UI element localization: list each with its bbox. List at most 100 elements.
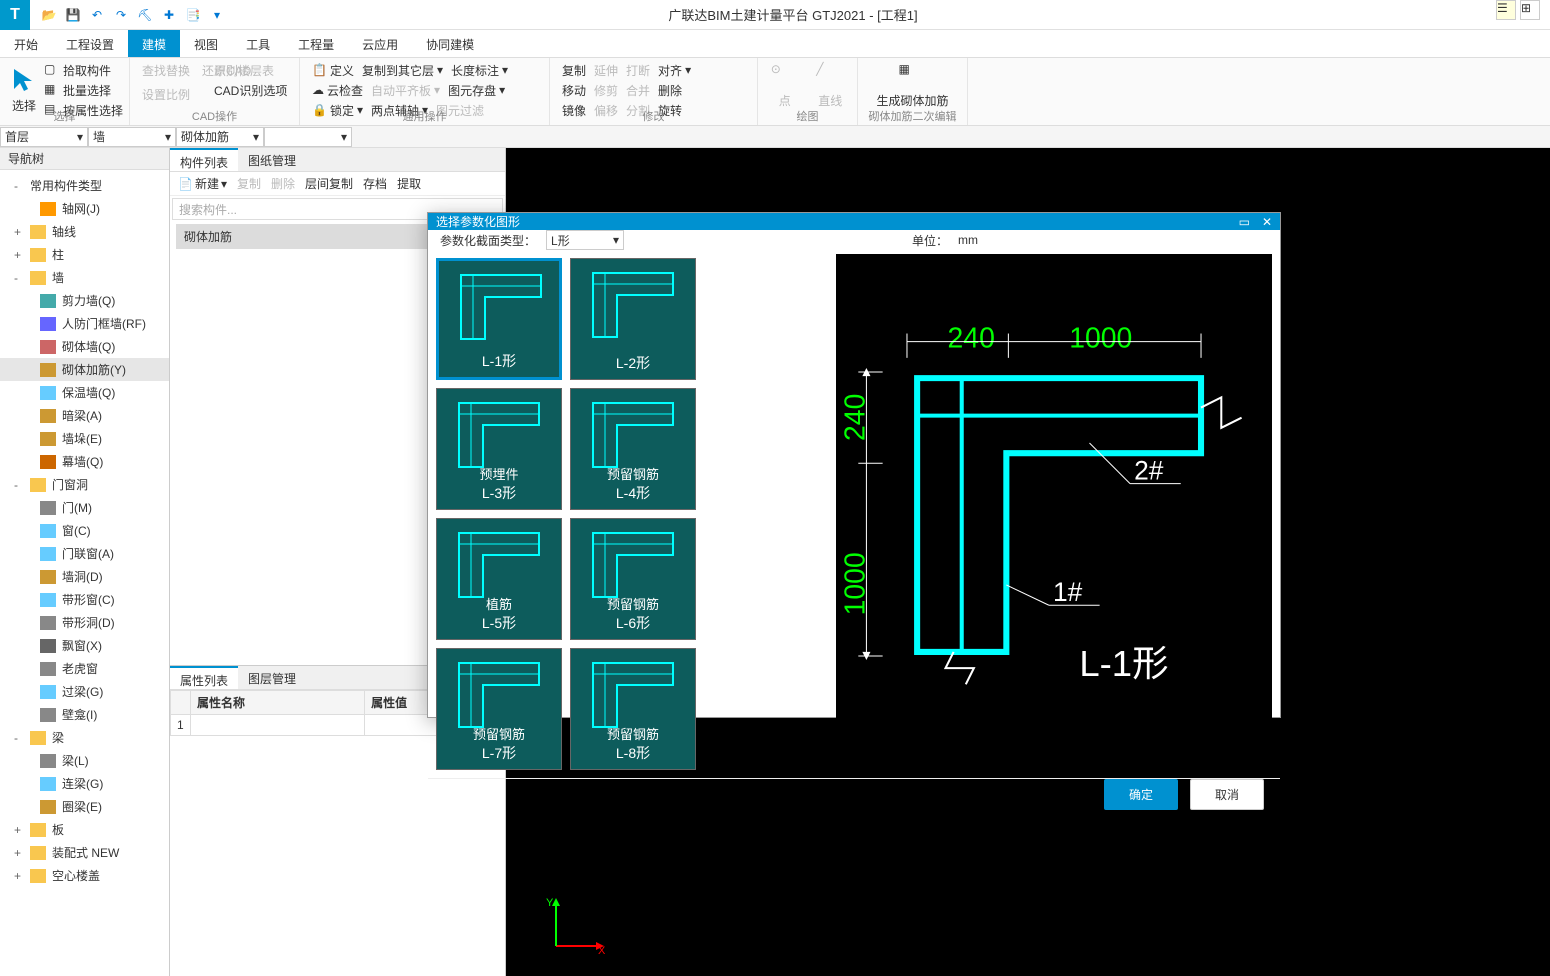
- tree-item[interactable]: 墙垛(E): [0, 427, 169, 450]
- copy-layer-button[interactable]: 复制到其它层 ▾: [358, 60, 447, 80]
- archive-button[interactable]: 存档: [359, 175, 391, 192]
- dialog-titlebar[interactable]: 选择参数化图形 ▭ ✕: [428, 213, 1280, 230]
- expand-icon[interactable]: -: [14, 731, 24, 745]
- tab-quantity[interactable]: 工程量: [284, 30, 348, 57]
- tab-start[interactable]: 开始: [0, 30, 52, 57]
- shape-thumb[interactable]: 预留钢筋L-6形: [570, 518, 696, 640]
- dropdown-icon[interactable]: ▾: [208, 6, 226, 24]
- tab-component-list[interactable]: 构件列表: [170, 148, 238, 171]
- identify-floors-button[interactable]: 识别楼层表: [210, 60, 291, 80]
- extract-button[interactable]: 提取: [393, 175, 425, 192]
- tree-item[interactable]: -门窗洞: [0, 473, 169, 496]
- define-button[interactable]: 📋 定义: [308, 60, 358, 80]
- tree-item[interactable]: 剪力墙(Q): [0, 289, 169, 312]
- tree-item[interactable]: 保温墙(Q): [0, 381, 169, 404]
- align-button[interactable]: 对齐 ▾: [654, 60, 695, 80]
- delete-button[interactable]: 删除: [654, 80, 686, 100]
- find-replace-button[interactable]: 查找替换: [138, 60, 194, 80]
- shape-thumb[interactable]: 预留钢筋L-7形: [436, 648, 562, 770]
- tab-layer-manage[interactable]: 图层管理: [238, 666, 306, 689]
- tab-project-settings[interactable]: 工程设置: [52, 30, 128, 57]
- tree-item[interactable]: 带形窗(C): [0, 588, 169, 611]
- tree-item[interactable]: +轴线: [0, 220, 169, 243]
- empty-select[interactable]: ▾: [264, 127, 352, 147]
- expand-icon[interactable]: +: [14, 248, 24, 262]
- tab-modeling[interactable]: 建模: [128, 30, 180, 57]
- break-button[interactable]: 打断: [622, 60, 654, 80]
- shape-thumb[interactable]: 预留钢筋L-8形: [570, 648, 696, 770]
- batch-select-button[interactable]: ▦批量选择: [40, 80, 127, 100]
- floor-select[interactable]: 首层▾: [0, 127, 88, 147]
- copy-comp-button[interactable]: 复制: [233, 175, 265, 192]
- open-icon[interactable]: 📂: [40, 6, 58, 24]
- move-button[interactable]: 移动: [558, 80, 590, 100]
- category1-select[interactable]: 墙▾: [88, 127, 176, 147]
- tab-properties[interactable]: 属性列表: [170, 666, 238, 689]
- tree-item[interactable]: 砌体加筋(Y): [0, 358, 169, 381]
- undo-icon[interactable]: ↶: [88, 6, 106, 24]
- list-view-icon[interactable]: ☰: [1496, 0, 1516, 20]
- tab-view[interactable]: 视图: [180, 30, 232, 57]
- extend-button[interactable]: 延伸: [590, 60, 622, 80]
- tree-item[interactable]: 窗(C): [0, 519, 169, 542]
- category2-select[interactable]: 砌体加筋▾: [176, 127, 264, 147]
- cloud-check-button[interactable]: ☁ 云检查: [308, 80, 367, 100]
- tree-item[interactable]: 砌体墙(Q): [0, 335, 169, 358]
- tree-item[interactable]: 圈梁(E): [0, 795, 169, 818]
- note-icon[interactable]: 📑: [184, 6, 202, 24]
- shape-thumb[interactable]: 预留钢筋L-4形: [570, 388, 696, 510]
- tab-drawing-manage[interactable]: 图纸管理: [238, 148, 306, 171]
- tree-item[interactable]: 壁龛(I): [0, 703, 169, 726]
- length-annot-button[interactable]: 长度标注 ▾: [447, 60, 512, 80]
- tab-cloud[interactable]: 云应用: [348, 30, 412, 57]
- cancel-button[interactable]: 取消: [1190, 779, 1264, 810]
- set-scale-button[interactable]: 设置比例: [138, 84, 194, 104]
- shape-thumb[interactable]: L-1形: [436, 258, 562, 380]
- add-icon[interactable]: ✚: [160, 6, 178, 24]
- tree-item[interactable]: 连梁(G): [0, 772, 169, 795]
- section-type-select[interactable]: L形▾: [546, 230, 624, 250]
- merge-button[interactable]: 合并: [622, 80, 654, 100]
- tree-item[interactable]: -梁: [0, 726, 169, 749]
- tree-item[interactable]: 幕墙(Q): [0, 450, 169, 473]
- tree-item[interactable]: 暗梁(A): [0, 404, 169, 427]
- tree-item[interactable]: +空心楼盖: [0, 864, 169, 887]
- expand-icon[interactable]: +: [14, 823, 24, 837]
- tree-item[interactable]: +板: [0, 818, 169, 841]
- tree-item[interactable]: 轴网(J): [0, 197, 169, 220]
- tab-tools[interactable]: 工具: [232, 30, 284, 57]
- tree-item[interactable]: -墙: [0, 266, 169, 289]
- line-button[interactable]: ╱直线: [812, 60, 850, 111]
- trim-button[interactable]: 修剪: [590, 80, 622, 100]
- pick-component-button[interactable]: ▢拾取构件: [40, 60, 127, 80]
- tool-icon[interactable]: ⛏: [136, 6, 154, 24]
- expand-icon[interactable]: -: [14, 478, 24, 492]
- shape-thumb[interactable]: 预埋件L-3形: [436, 388, 562, 510]
- delete-comp-button[interactable]: 删除: [267, 175, 299, 192]
- shape-preview[interactable]: 240 1000 240 1000 1#: [836, 254, 1272, 774]
- tree-item[interactable]: +柱: [0, 243, 169, 266]
- cad-options-button[interactable]: CAD识别选项: [210, 80, 291, 100]
- layer-copy-button[interactable]: 层间复制: [301, 175, 357, 192]
- copy-button[interactable]: 复制: [558, 60, 590, 80]
- generate-masonry-rebar-button[interactable]: ▦ 生成砌体加筋: [866, 60, 959, 111]
- redo-icon[interactable]: ↷: [112, 6, 130, 24]
- close-icon[interactable]: ✕: [1262, 215, 1272, 229]
- minimize-icon[interactable]: ▭: [1239, 215, 1250, 229]
- tree-item[interactable]: 墙洞(D): [0, 565, 169, 588]
- tree-item[interactable]: 门联窗(A): [0, 542, 169, 565]
- save-icon[interactable]: 💾: [64, 6, 82, 24]
- tree-item[interactable]: 门(M): [0, 496, 169, 519]
- tab-collab[interactable]: 协同建模: [412, 30, 488, 57]
- tree-item[interactable]: +装配式 NEW: [0, 841, 169, 864]
- tree-item[interactable]: 梁(L): [0, 749, 169, 772]
- element-save-button[interactable]: 图元存盘 ▾: [444, 80, 509, 100]
- tree-item[interactable]: 过梁(G): [0, 680, 169, 703]
- expand-icon[interactable]: +: [14, 869, 24, 883]
- tree-view-icon[interactable]: ⊞: [1520, 0, 1540, 20]
- expand-icon[interactable]: +: [14, 225, 24, 239]
- auto-level-button[interactable]: 自动平齐板 ▾: [367, 80, 444, 100]
- tree-item[interactable]: 老虎窗: [0, 657, 169, 680]
- new-button[interactable]: 📄新建 ▾: [174, 175, 231, 192]
- shape-thumb[interactable]: 植筋L-5形: [436, 518, 562, 640]
